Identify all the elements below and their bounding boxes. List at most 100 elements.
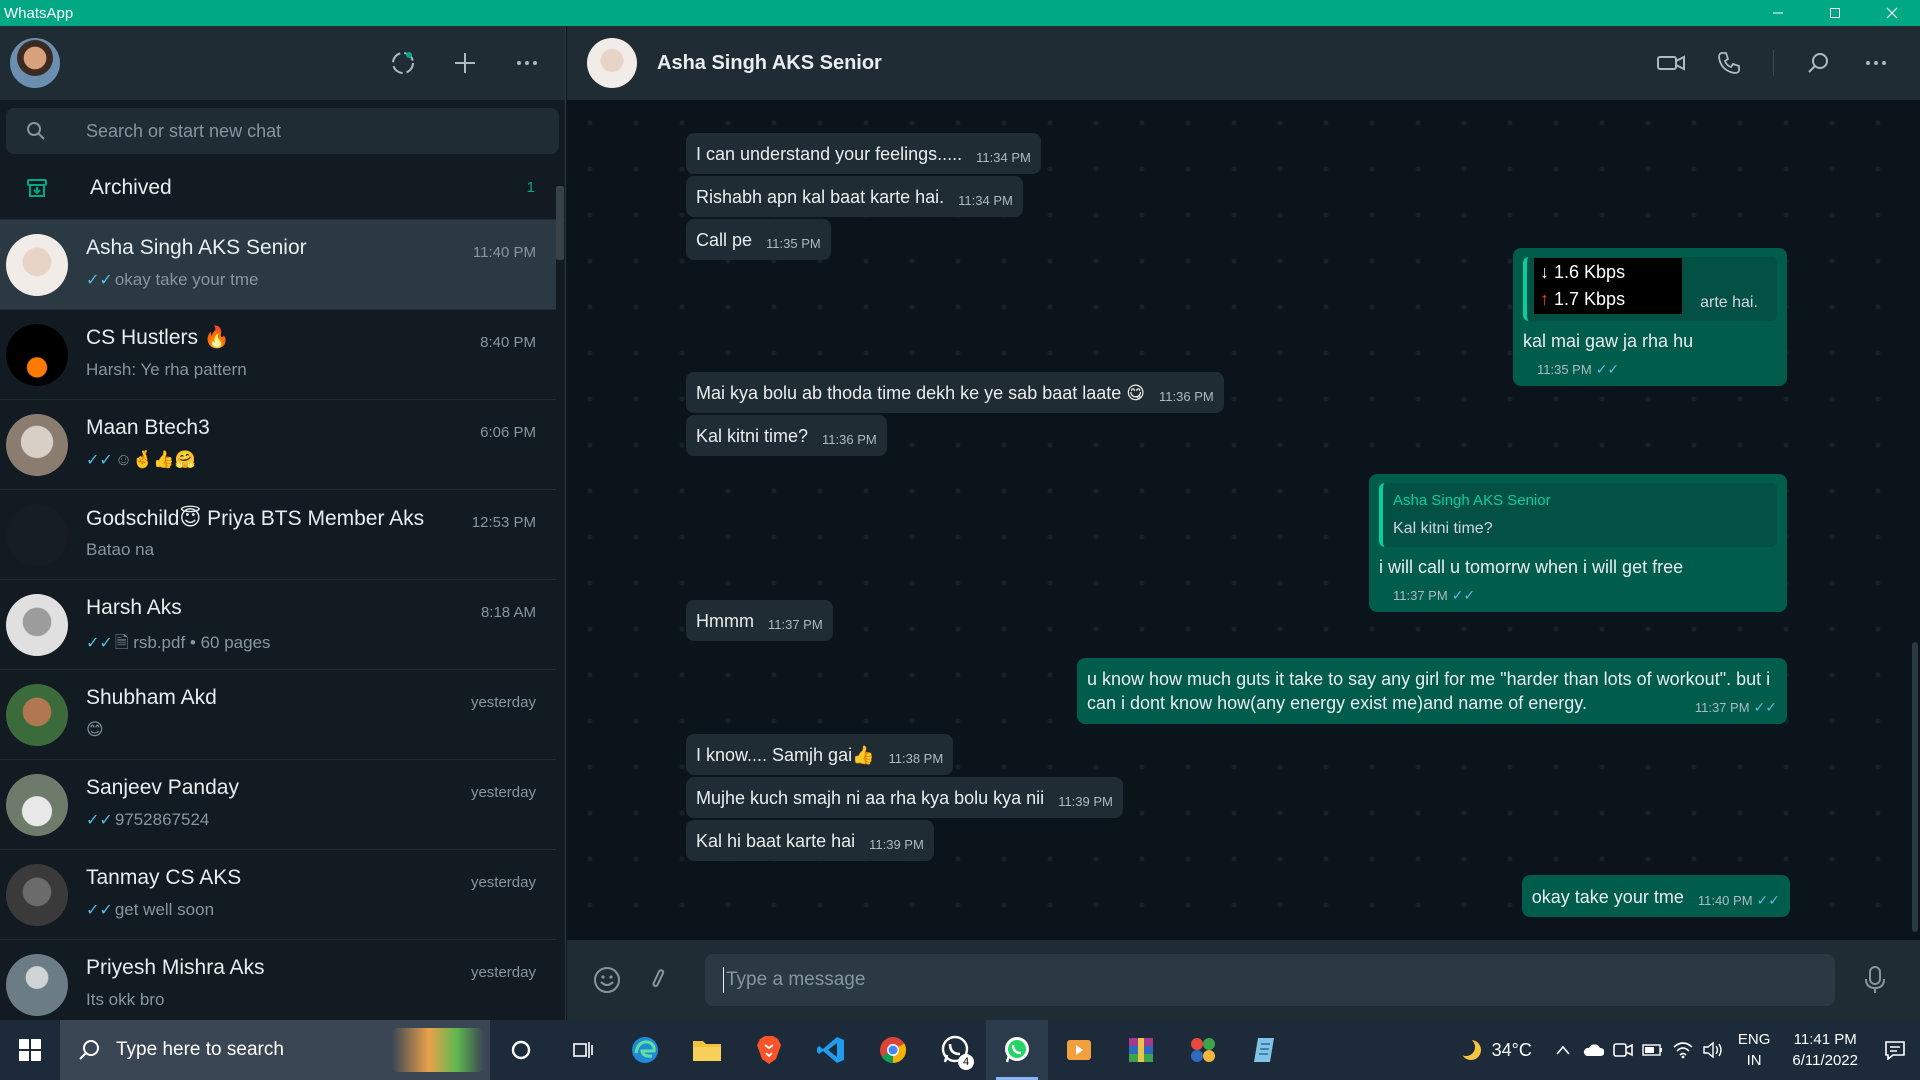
start-button[interactable]: [0, 1020, 60, 1080]
taskbar-winrar[interactable]: [1110, 1020, 1172, 1080]
chat-item-priyesh-mishra[interactable]: Priyesh Mishra Aks Its okk bro yesterday: [0, 940, 556, 1020]
search-messages-button[interactable]: [1804, 49, 1832, 77]
chat-preview: okay take your tme: [114, 269, 259, 289]
taskbar-file-explorer[interactable]: [676, 1020, 738, 1080]
taskbar-whatsapp-2[interactable]: [986, 1020, 1048, 1080]
search-input[interactable]: Search or start new chat: [6, 108, 559, 154]
show-hidden-icons-button[interactable]: [1548, 1044, 1578, 1056]
taskbar-clock[interactable]: 11:41 PM 6/11/2022: [1792, 1029, 1858, 1071]
message-bubble-outgoing[interactable]: Asha Singh AKS Senior Kal kitni time? i …: [1369, 474, 1787, 612]
composer: Type a message: [567, 940, 1920, 1020]
archived-row[interactable]: Archived 1: [0, 156, 565, 220]
message-bubble-incoming[interactable]: Call pe 11:35 PM: [686, 219, 831, 260]
message-bubble-incoming[interactable]: Mai kya bolu ab thoda time dekh ke ye sa…: [686, 372, 1224, 413]
video-call-button[interactable]: [1657, 49, 1685, 77]
chat-item-tanmay-cs-aks[interactable]: Tanmay CS AKS ✓✓ get well soon yesterday: [0, 850, 556, 940]
message-bubble-outgoing[interactable]: okay take your tme 11:40 PM ✓✓: [1521, 875, 1790, 917]
text-caret: [723, 967, 724, 993]
conversation-pane: Asha Singh AKS Senior I can understand y…: [567, 26, 1920, 1020]
attach-button[interactable]: [643, 964, 675, 996]
minimize-button[interactable]: [1749, 0, 1806, 26]
message-text: Rishabh apn kal baat karte hai.: [696, 187, 945, 207]
chat-item-shubham-akd[interactable]: Shubham Akd 😊 yesterday: [0, 670, 556, 760]
voice-message-button[interactable]: [1859, 964, 1891, 996]
message-list: I can understand your feelings..... 11:34…: [567, 100, 1920, 940]
media-player-icon: [1067, 1040, 1091, 1060]
chevron-up-icon: [1556, 1045, 1570, 1055]
chat-item-asha-singh[interactable]: Asha Singh AKS Senior ✓✓ okay take your t…: [0, 220, 556, 310]
quoted-text-tail: arte hai.: [1700, 294, 1758, 311]
message-bubble-incoming[interactable]: Kal kitni time? 11:36 PM: [686, 415, 887, 456]
cortana-button[interactable]: [490, 1020, 552, 1080]
message-bubble-incoming[interactable]: I can understand your feelings..... 11:34…: [686, 133, 1041, 174]
language-code: ENG: [1737, 1031, 1771, 1048]
webcam-icon: [1613, 1043, 1633, 1057]
archived-count: 1: [526, 179, 535, 196]
windows-taskbar: Type here to search 4 34°C ENG IN 11:41 P…: [0, 1020, 1920, 1080]
message-bubble-incoming[interactable]: Mujhe kuch smajh ni aa rha kya bolu kya …: [686, 777, 1123, 818]
sidebar-scrollbar[interactable]: [556, 186, 564, 260]
message-bubble-incoming[interactable]: Rishabh apn kal baat karte hai. 11:34 PM: [686, 176, 1023, 217]
chat-item-maan-btech3[interactable]: Maan Btech3 ✓✓ ☺🤞👍🤗 6:06 PM: [0, 400, 556, 490]
profile-avatar[interactable]: [10, 38, 60, 88]
message-text: Mai kya bolu ab thoda time dekh ke ye sa…: [696, 383, 1146, 403]
sidebar-menu-button[interactable]: [513, 49, 541, 77]
task-view-icon: [573, 1042, 593, 1058]
chat-item-godschild-priya[interactable]: Godschild😇 Priya BTS Member Aks Batao na…: [0, 490, 556, 580]
chat-list: Asha Singh AKS Senior ✓✓ okay take your t…: [0, 220, 565, 1020]
scrollbar-thumb[interactable]: [1912, 642, 1918, 932]
voice-call-button[interactable]: [1715, 49, 1743, 77]
taskbar-vscode[interactable]: [800, 1020, 862, 1080]
message-time: 11:39 PM: [1058, 794, 1113, 809]
chat-time: 11:40 PM: [472, 243, 536, 261]
close-icon: [1886, 7, 1897, 19]
archived-label: Archived: [90, 175, 172, 199]
wifi-button[interactable]: [1668, 1041, 1698, 1059]
chat-item-cs-hustlers[interactable]: CS Hustlers 🔥 Harsh: Ye rha pattern 8:40…: [0, 310, 556, 400]
chat-item-harsh-aks[interactable]: Harsh Aks ✓✓ 🗎 rsb.pdf • 60 pages 8:18 AM: [0, 580, 556, 670]
contact-avatar[interactable]: [587, 38, 637, 88]
message-bubble-outgoing[interactable]: u know how much guts it take to say any …: [1077, 658, 1787, 724]
message-bubble-incoming[interactable]: Hmmm 11:37 PM: [686, 600, 833, 641]
taskbar-photos[interactable]: [1172, 1020, 1234, 1080]
action-center-button[interactable]: [1870, 1040, 1920, 1060]
message-text: I know.... Samjh gai👍: [696, 745, 875, 765]
close-button[interactable]: [1863, 0, 1920, 26]
taskbar-search[interactable]: Type here to search: [60, 1020, 490, 1080]
quoted-message[interactable]: Asha Singh AKS Senior Kal kitni time?: [1379, 483, 1777, 547]
new-chat-button[interactable]: [451, 49, 479, 77]
meet-now-button[interactable]: [1608, 1041, 1638, 1059]
message-scrollbar[interactable]: [1910, 102, 1920, 936]
weather-icon[interactable]: [1457, 1037, 1484, 1063]
taskbar-brave[interactable]: [738, 1020, 800, 1080]
conversation-menu-button[interactable]: [1862, 49, 1890, 77]
taskbar-chrome[interactable]: [862, 1020, 924, 1080]
message-time: 11:35 PM: [766, 236, 821, 251]
onedrive-button[interactable]: [1578, 1043, 1608, 1057]
message-bubble-incoming[interactable]: I know.... Samjh gai👍 11:38 PM: [686, 734, 954, 775]
taskbar-whatsapp-1[interactable]: 4: [924, 1020, 986, 1080]
volume-button[interactable]: [1698, 1041, 1728, 1059]
search-highlight-image: [392, 1028, 484, 1072]
input-language[interactable]: ENG IN: [1738, 1029, 1771, 1071]
task-view-button[interactable]: [552, 1020, 614, 1080]
contact-name[interactable]: Asha Singh AKS Senior: [657, 52, 882, 75]
message-text: I can understand your feelings.....: [696, 144, 963, 164]
battery-button[interactable]: [1638, 1043, 1668, 1057]
chat-item-sanjeev-panday[interactable]: Sanjeev Panday ✓✓ 9752867524 yesterday: [0, 760, 556, 850]
taskbar-search-placeholder: Type here to search: [116, 1039, 284, 1060]
taskbar-media-player[interactable]: [1048, 1020, 1110, 1080]
conversation-header[interactable]: Asha Singh AKS Senior: [567, 26, 1920, 100]
status-button[interactable]: [389, 49, 417, 77]
message-text: i will call u tomorrw when i will get fr…: [1379, 557, 1684, 577]
taskbar-notepad[interactable]: [1234, 1020, 1296, 1080]
taskbar-edge[interactable]: [614, 1020, 676, 1080]
message-bubble-incoming[interactable]: Kal hi baat karte hai 11:39 PM: [686, 820, 934, 861]
whatsapp-icon: [1005, 1037, 1029, 1063]
message-input[interactable]: Type a message: [705, 954, 1835, 1006]
emoji-button[interactable]: [591, 964, 623, 996]
maximize-button[interactable]: [1806, 0, 1863, 26]
weather-temperature[interactable]: 34°C: [1492, 1040, 1532, 1061]
region-code: IN: [1746, 1052, 1762, 1069]
chat-time: 12:53 PM: [471, 513, 536, 531]
